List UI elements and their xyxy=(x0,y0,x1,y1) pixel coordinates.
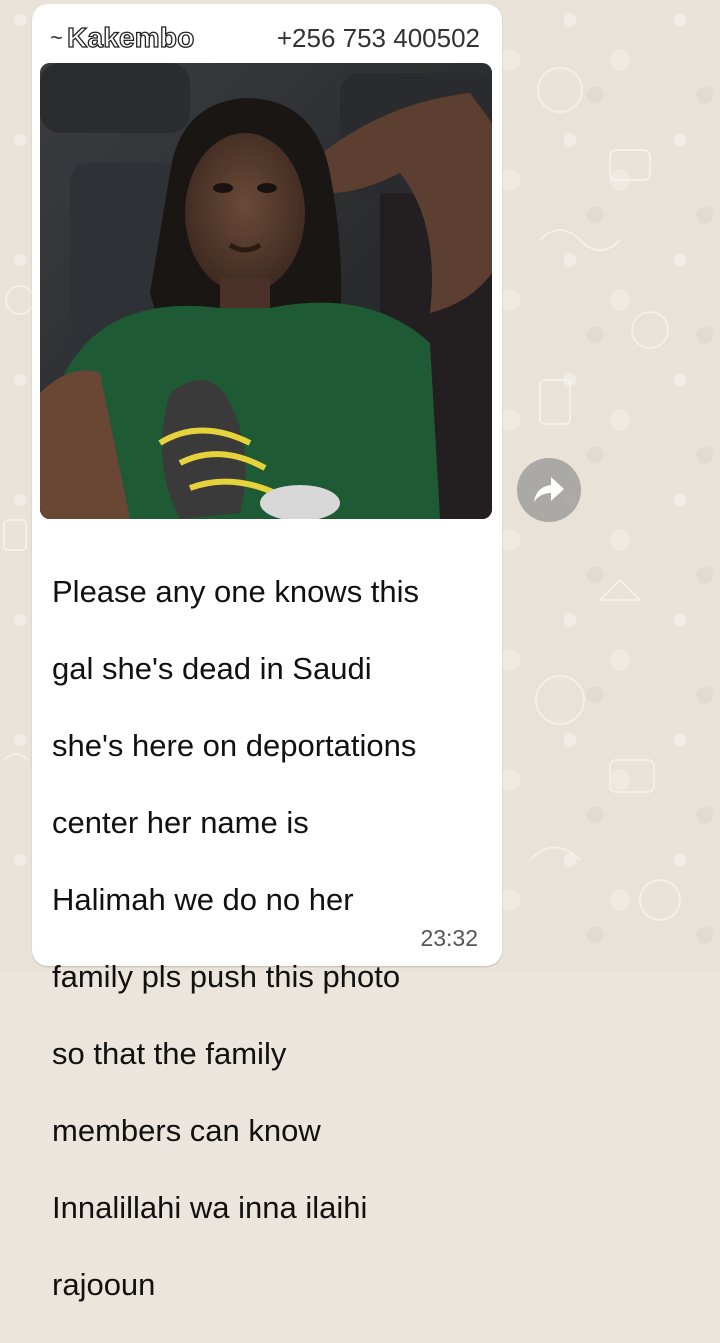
message-line: Please any one knows this xyxy=(52,573,420,609)
sender-phone[interactable]: +256 753 400502 xyxy=(277,23,480,54)
message-line: gal she's dead in Saudi xyxy=(52,650,372,686)
message-line: members can know xyxy=(52,1112,321,1148)
message-line: so that the family xyxy=(52,1035,287,1071)
sender-header: ~ Kakembo +256 753 400502 xyxy=(50,20,480,56)
sender-name-label: Kakembo xyxy=(66,21,195,53)
message-line: Halimah we do no her xyxy=(52,881,354,917)
message-line: Innalillahi wa inna ilaihi xyxy=(52,1189,368,1225)
message-bubble[interactable]: ~ Kakembo +256 753 400502 Please any one… xyxy=(32,4,502,1302)
message-timestamp: 23:32 xyxy=(420,925,478,951)
forward-button[interactable] xyxy=(517,458,581,522)
sender-prefix: ~ xyxy=(50,25,64,50)
message-line: rajooun xyxy=(52,1266,156,1302)
message-line: she's here on deportations xyxy=(52,727,417,763)
message-line: family pls push this photo xyxy=(52,958,401,994)
forward-arrow-icon xyxy=(534,477,564,502)
photo-image xyxy=(40,63,492,519)
message-line: center her name is xyxy=(52,804,309,840)
sender-name[interactable]: ~ Kakembo xyxy=(50,21,195,54)
photo-attachment[interactable] xyxy=(40,63,492,519)
